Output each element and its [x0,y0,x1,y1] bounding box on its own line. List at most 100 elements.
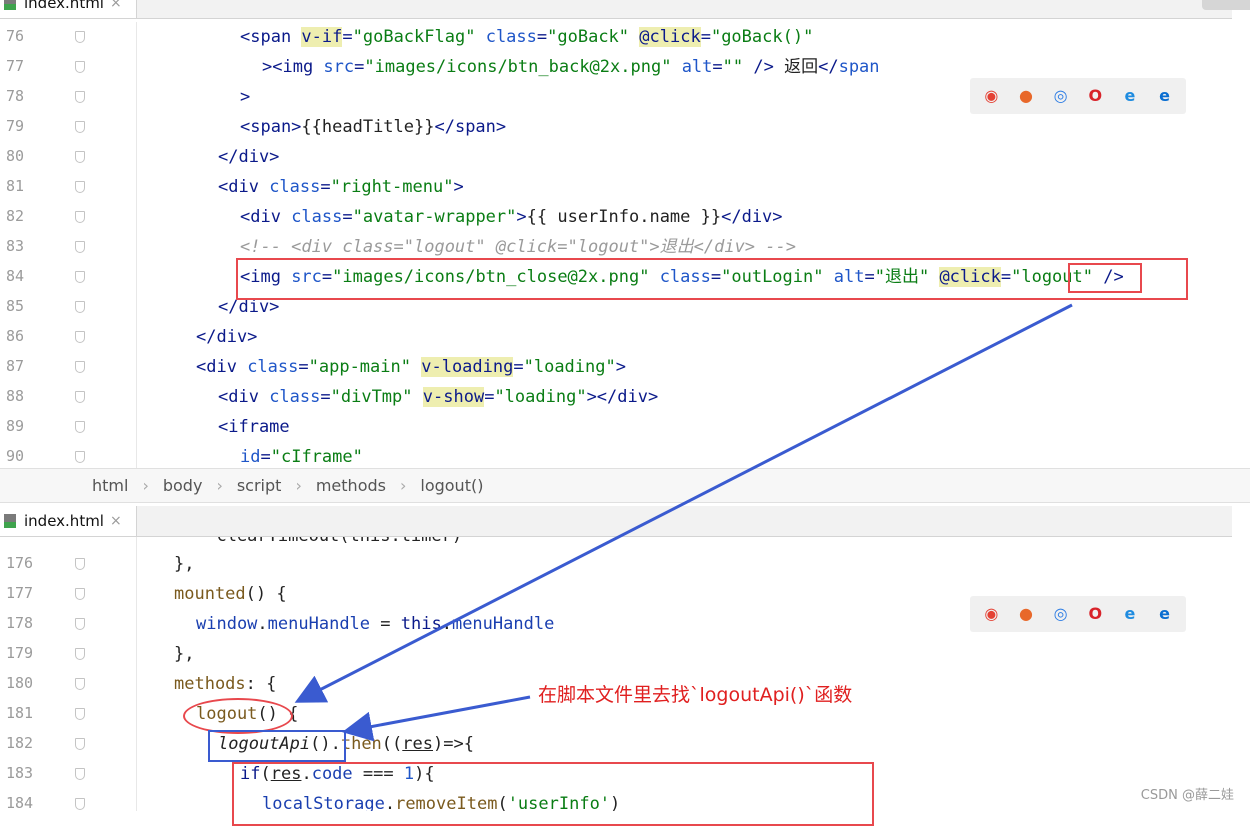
line-number: 89 [6,417,25,435]
line-number: 80 [6,147,25,165]
fold-marker-icon[interactable] [75,738,85,750]
fold-marker-icon[interactable] [75,241,85,253]
fold-marker-icon[interactable] [75,558,85,570]
fold-marker-icon[interactable] [75,121,85,133]
fold-marker-icon[interactable] [75,91,85,103]
firefox-icon[interactable]: ● [1015,603,1037,625]
fold-marker-icon[interactable] [75,588,85,600]
code-token: class [269,387,321,407]
opera-icon[interactable]: O [1084,85,1106,107]
code-line[interactable]: <span>{{headTitle}}</span> [240,112,506,142]
code-line[interactable]: ><img src="images/icons/btn_back@2x.png"… [262,52,880,82]
code-token: /> [743,57,785,77]
code-token: "right-menu" [330,177,454,197]
line-number: 177 [6,584,34,602]
code-line[interactable]: </div> [218,142,279,172]
code-token: </ [818,57,839,77]
fold-marker-icon[interactable] [75,678,85,690]
code-line[interactable]: methods: { [174,669,276,699]
fold-marker-icon[interactable] [75,648,85,660]
highlight-oval-logout-method [183,698,293,734]
fold-marker-icon[interactable] [75,181,85,193]
code-token: {{headTitle}} [301,117,435,137]
fold-marker-icon[interactable] [75,708,85,720]
code-line[interactable]: <iframe [218,412,290,442]
code-token: menuHandle [267,614,371,634]
safari-icon[interactable]: ◎ [1050,85,1072,107]
breadcrumb-separator: › [295,476,302,495]
window-corner [1202,0,1250,10]
fold-marker-icon[interactable] [75,271,85,283]
code-line[interactable]: }, [174,639,194,669]
breadcrumb-item[interactable]: body [163,476,203,495]
breadcrumb-item[interactable]: logout() [420,476,483,495]
opera-icon[interactable]: O [1084,603,1106,625]
fold-marker-icon[interactable] [75,768,85,780]
breadcrumb-item[interactable]: html [92,476,128,495]
chrome-icon[interactable]: ◉ [980,85,1002,107]
fold-marker-icon[interactable] [75,798,85,810]
code-line[interactable]: }, [174,549,194,579]
gutter-divider [136,22,137,468]
edge-icon[interactable]: e [1154,85,1176,107]
fold-marker-icon[interactable] [75,391,85,403]
code-line[interactable]: <div class="right-menu"> [218,172,464,202]
code-token: {{ userInfo.name }} [526,207,722,227]
code-token: <div [240,207,292,227]
chrome-icon[interactable]: ◉ [980,603,1002,625]
code-token: "" [722,57,744,77]
fold-marker-icon[interactable] [75,451,85,463]
ie-icon[interactable]: e [1119,85,1141,107]
code-token: "loading" [523,357,616,377]
code-line[interactable]: </div> [196,322,257,352]
fold-marker-icon[interactable] [75,301,85,313]
fold-marker-icon[interactable] [75,61,85,73]
line-number: 85 [6,297,25,315]
code-token: class [485,27,537,47]
tab-index-html-top[interactable]: index.html × [0,0,137,18]
fold-marker-icon[interactable] [75,421,85,433]
ie-icon[interactable]: e [1119,603,1141,625]
line-number: 182 [6,734,34,752]
code-line[interactable]: mounted() { [174,579,287,609]
code-token: : { [245,674,277,694]
code-token: }, [174,644,195,664]
code-line[interactable]: <div class="divTmp" v-show="loading"></d… [218,382,658,412]
code-line[interactable]: <div class="app-main" v-loading="loading… [196,352,626,382]
code-token: = [484,387,495,407]
fold-marker-icon[interactable] [75,31,85,43]
code-line[interactable]: window.menuHandle = this.menuHandle [196,609,554,639]
edge-icon[interactable]: e [1154,603,1176,625]
fold-marker-icon[interactable] [75,618,85,630]
code-token: > [516,207,527,227]
code-line[interactable]: <div class="avatar-wrapper">{{ userInfo.… [240,202,783,232]
tab-index-html-bottom[interactable]: index.html × [0,506,137,536]
code-token: "images/icons/btn_back@2x.png" [364,57,672,77]
breadcrumb-separator: › [142,476,149,495]
breadcrumb-item[interactable]: script [237,476,282,495]
code-token: <span> [240,117,302,137]
code-token: = [298,357,309,377]
breadcrumb-item[interactable]: methods [316,476,386,495]
code-token: = [320,177,331,197]
code-line[interactable]: id="cIframe" [240,442,363,468]
html-file-icon [4,0,18,10]
close-tab-icon[interactable]: × [110,0,122,11]
safari-icon[interactable]: ◎ [1050,603,1072,625]
fold-marker-icon[interactable] [75,361,85,373]
breadcrumb-separator: › [216,476,223,495]
code-line[interactable]: <span v-if="goBackFlag" class="goBack" @… [240,22,813,52]
fold-marker-icon[interactable] [75,331,85,343]
highlight-box-img-line [236,258,1188,300]
gutter-divider [136,537,137,811]
fold-marker-icon[interactable] [75,211,85,223]
code-token: <span [240,27,302,47]
breadcrumb: html › body › script › methods › logout() [0,468,1250,503]
code-line[interactable]: > [240,82,250,112]
line-number: 79 [6,117,25,135]
fold-marker-icon[interactable] [75,151,85,163]
close-tab-icon[interactable]: × [110,513,122,529]
firefox-icon[interactable]: ● [1015,85,1037,107]
code-token: v-show [422,387,485,407]
